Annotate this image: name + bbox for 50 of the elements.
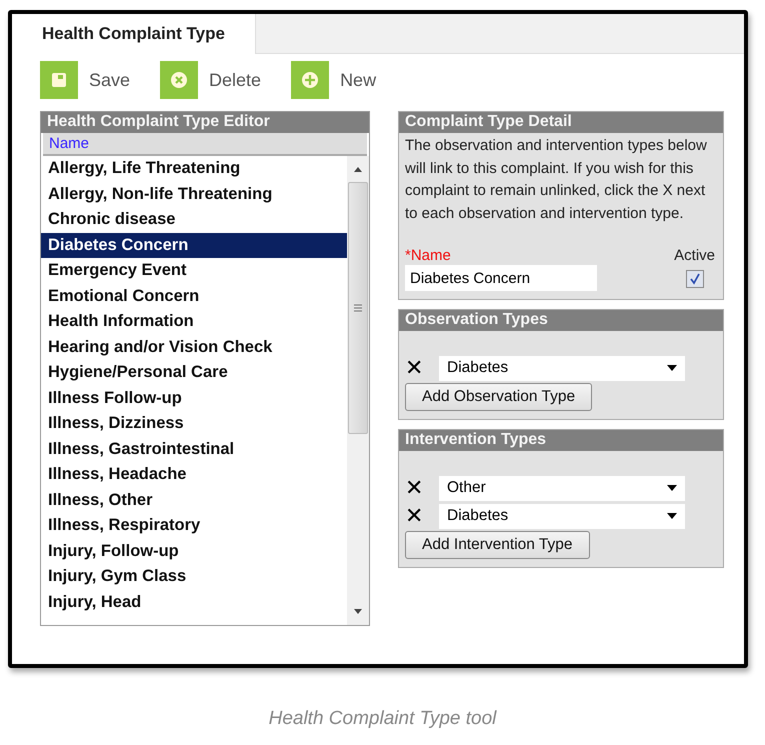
toolbar-button[interactable]: Delete	[160, 61, 262, 99]
list-item[interactable]: Injury, Follow-up	[41, 538, 347, 564]
scroll-up-icon[interactable]	[353, 166, 363, 172]
list-item[interactable]: Illness, Headache	[41, 462, 347, 488]
panel-title: Health Complaint Type Editor	[41, 112, 369, 133]
list-item[interactable]: Health Information	[41, 309, 347, 334]
dropdown-caret-icon	[667, 365, 677, 371]
checkmark-icon	[688, 273, 701, 285]
panel-title: Intervention Types	[399, 430, 723, 451]
add-button[interactable]: Add Observation Type	[405, 383, 592, 411]
list-item[interactable]: Allergy, Life Threatening	[41, 156, 347, 182]
list-item[interactable]: Emotional Concern	[41, 284, 347, 309]
list-item[interactable]: Hygiene/Personal Care	[41, 360, 347, 386]
active-checkbox[interactable]	[686, 270, 704, 288]
type-dropdown[interactable]: Diabetes	[439, 504, 685, 528]
list-item[interactable]: Illness, Gastrointestinal	[41, 436, 347, 462]
list-item[interactable]: Illness Follow-up	[41, 386, 347, 411]
panel-title: Complaint Type Detail	[399, 112, 723, 133]
tab[interactable]: Health Complaint Type	[12, 14, 255, 54]
scrollbar[interactable]	[347, 156, 369, 625]
remove-button[interactable]: ✕	[405, 503, 429, 529]
list-item[interactable]: Injury, Head	[41, 590, 347, 615]
toolbar-button[interactable]: New	[291, 61, 376, 99]
dropdown-caret-icon	[667, 485, 677, 491]
remove-button[interactable]: ✕	[405, 355, 429, 381]
remove-button[interactable]: ✕	[405, 475, 429, 501]
description-text: The observation and intervention types below will link to this complaint. If you wish for this complaint to remain unlinked, click the X next to each observation and intervention type.	[405, 136, 708, 224]
caption: Health Complaint Type tool	[268, 708, 498, 730]
field-label: Active	[674, 247, 715, 264]
toolbar-button[interactable]: Save	[40, 61, 130, 99]
list-item[interactable]: Illness, Respiratory	[41, 513, 347, 538]
list-item[interactable]: Illness, Dizziness	[41, 411, 347, 436]
list-item[interactable]: Emergency Event	[41, 258, 347, 284]
name-field[interactable]: Diabetes Concern	[405, 265, 597, 291]
dropdown-caret-icon	[667, 513, 677, 519]
list-item[interactable]: Allergy, Non-life Threatening	[41, 182, 347, 207]
type-dropdown[interactable]: Other	[439, 476, 685, 500]
type-dropdown[interactable]: Diabetes	[439, 356, 685, 380]
list-item[interactable]: Illness, Other	[41, 488, 347, 513]
field-label: *Name	[405, 247, 452, 264]
add-button[interactable]: Add Intervention Type	[405, 531, 590, 559]
panel-title: Observation Types	[399, 310, 723, 331]
list-item[interactable]: Chronic disease	[41, 207, 347, 232]
scroll-thumb[interactable]	[348, 182, 368, 434]
list-item[interactable]: Hearing and/or Vision Check	[41, 334, 347, 360]
column-header[interactable]: Name	[43, 133, 367, 156]
floppy-icon	[40, 61, 78, 99]
list-item[interactable]: Diabetes Concern	[41, 232, 347, 258]
list-item[interactable]: Injury, Gym Class	[41, 564, 347, 590]
scroll-down-icon[interactable]	[353, 609, 363, 615]
